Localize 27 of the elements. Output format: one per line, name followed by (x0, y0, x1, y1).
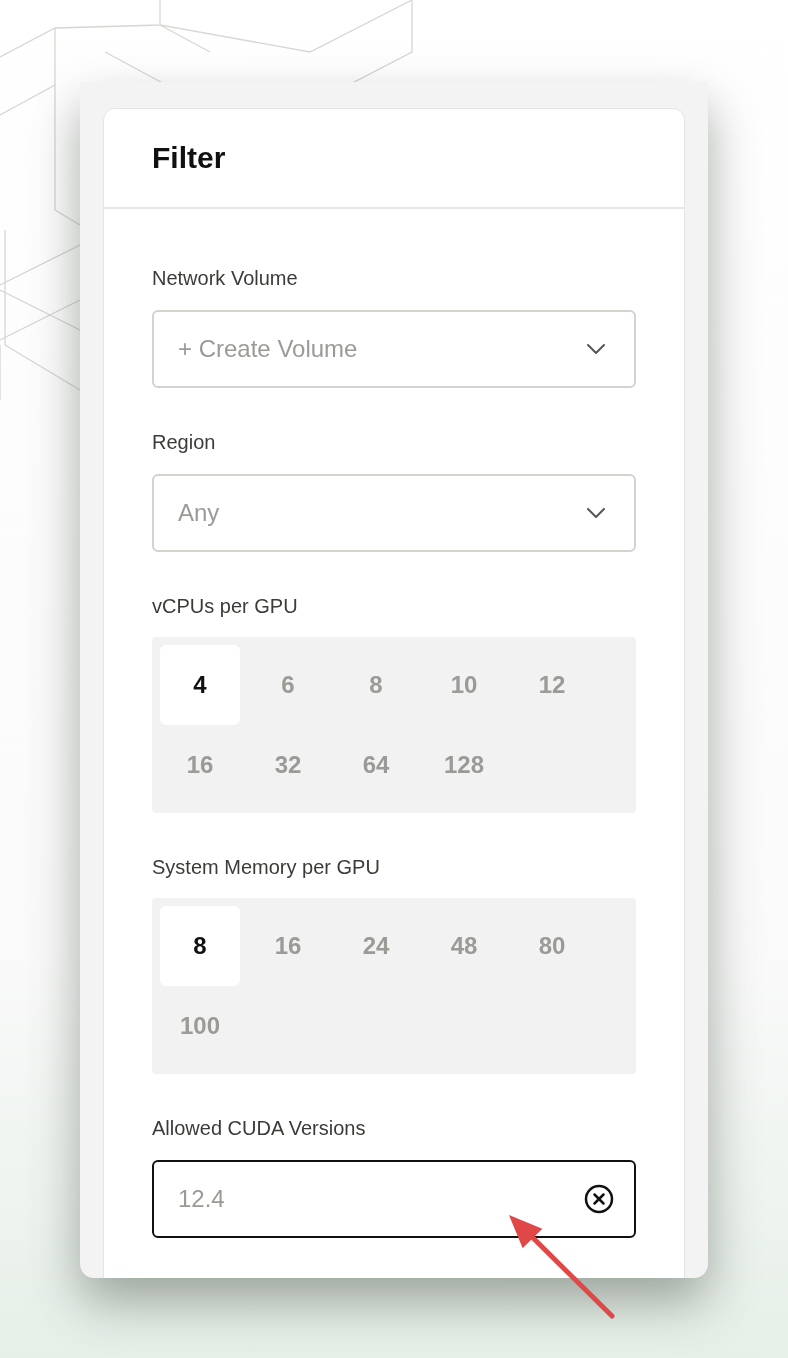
option-chip[interactable]: 100 (160, 986, 240, 1066)
option-chip[interactable]: 8 (336, 645, 416, 725)
chevron-down-icon (586, 343, 606, 355)
field-label: Network Volume (152, 266, 299, 290)
chevron-down-icon (586, 507, 606, 519)
option-chip[interactable]: 16 (160, 725, 240, 805)
option-chip[interactable]: 6 (248, 645, 328, 725)
panel-title: Filter (152, 141, 226, 175)
field-label: System Memory per GPU (152, 855, 381, 879)
option-chip[interactable]: 48 (424, 906, 504, 986)
option-chip[interactable]: 12 (512, 645, 592, 725)
option-chip[interactable]: 10 (424, 645, 504, 725)
option-chip[interactable]: 4 (160, 645, 240, 725)
option-chip[interactable]: 8 (160, 906, 240, 986)
option-chip[interactable]: 32 (248, 725, 328, 805)
dropdown[interactable]: Any (152, 474, 636, 552)
option-chip[interactable]: 128 (424, 725, 504, 805)
field-label: Region (152, 430, 217, 454)
option-chip[interactable]: 64 (336, 725, 416, 805)
field-label: Allowed CUDA Versions (152, 1116, 367, 1140)
cuda-version-field[interactable]: 12.4 (152, 1160, 636, 1238)
field-label: vCPUs per GPU (152, 594, 299, 618)
option-chip[interactable]: 16 (248, 906, 328, 986)
dropdown[interactable]: + Create Volume (152, 310, 636, 388)
option-chip[interactable]: 80 (512, 906, 592, 986)
clear-icon[interactable] (584, 1184, 614, 1214)
option-chip[interactable]: 24 (336, 906, 416, 986)
